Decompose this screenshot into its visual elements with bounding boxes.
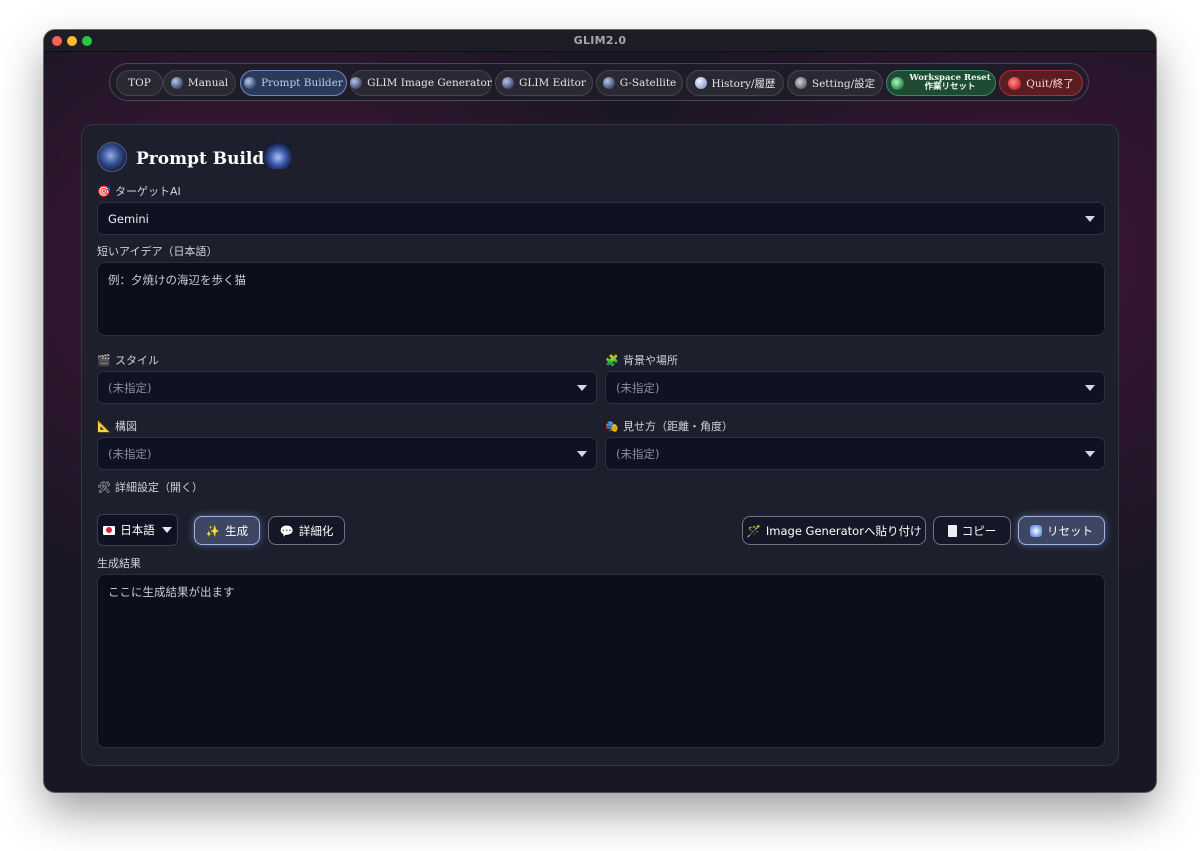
reset-icon	[1030, 524, 1042, 537]
nav-workspace-reset-button[interactable]: Workspace Reset 作業リセット	[886, 70, 996, 96]
view-select[interactable]: (未指定)	[605, 437, 1105, 470]
copy-button[interactable]: コピー	[933, 516, 1011, 545]
nav-prompt-builder-button[interactable]: Prompt Builder	[240, 70, 347, 96]
composition-select[interactable]: (未指定)	[97, 437, 597, 470]
top-navigation: TOP Manual Prompt Builder GLIM Image Gen…	[109, 63, 1089, 101]
style-select[interactable]: (未指定)	[97, 371, 597, 404]
title-bar: GLIM2.0	[44, 30, 1156, 52]
style-label-row: 🎬 スタイル	[97, 352, 159, 368]
nav-top-label: TOP	[128, 77, 151, 89]
image-generator-icon	[350, 77, 363, 89]
result-label: 生成結果	[97, 557, 141, 570]
gear-icon	[794, 77, 807, 89]
satellite-icon	[602, 77, 615, 89]
page-title: Prompt Builder	[136, 149, 285, 169]
style-value: (未指定)	[108, 380, 152, 395]
idea-input[interactable]: 例：夕焼けの海辺を歩く猫	[97, 262, 1105, 336]
style-label: スタイル	[115, 354, 159, 367]
chevron-down-icon	[577, 451, 587, 457]
view-label: 見せ方（距離・角度）	[623, 420, 733, 433]
target-ai-label: ターゲットAI	[115, 185, 181, 198]
background-label-row: 🧩 背景や場所	[605, 352, 678, 368]
result-output[interactable]: ここに生成結果が出ます	[97, 574, 1105, 748]
nav-image-generator-button[interactable]: GLIM Image Generator	[350, 70, 492, 96]
nav-quit-label: Quit/終了	[1026, 77, 1074, 90]
target-ai-label-row: 🎯 ターゲットAI	[97, 183, 181, 199]
workspace-reset-icon	[891, 76, 905, 90]
target-ai-select[interactable]: Gemini	[97, 202, 1105, 235]
background-select[interactable]: (未指定)	[605, 371, 1105, 404]
paste-label: Image Generatorへ貼り付け	[765, 523, 922, 538]
nav-history-button[interactable]: History/履歴	[686, 70, 784, 96]
nav-editor-label: GLIM Editor	[519, 77, 586, 89]
idea-label-row: 短いアイデア（日本語）	[97, 243, 217, 259]
manual-icon	[170, 77, 183, 89]
robot-icon	[264, 143, 292, 169]
nav-prompt-builder-label: Prompt Builder	[261, 77, 343, 89]
reset-label: リセット	[1047, 523, 1093, 538]
nav-satellite-button[interactable]: G-Satellite	[596, 70, 683, 96]
prompt-builder-logo-icon	[97, 142, 127, 172]
idea-label: 短いアイデア（日本語）	[97, 245, 218, 258]
chevron-down-icon	[161, 527, 172, 533]
nav-satellite-label: G-Satellite	[619, 77, 677, 89]
copy-label: コピー	[961, 523, 997, 538]
prompt-builder-panel: Prompt Builder 🎯 ターゲットAI Gemini 短いアイデア（日…	[81, 124, 1119, 766]
clapper-icon: 🎬	[97, 353, 111, 367]
chevron-down-icon	[1085, 385, 1095, 391]
nav-quit-button[interactable]: Quit/終了	[999, 70, 1083, 96]
document-icon	[947, 524, 957, 537]
background-value: (未指定)	[616, 380, 660, 395]
quit-icon	[1008, 76, 1022, 90]
workspace-reset-text: Workspace Reset 作業リセット	[909, 74, 990, 92]
app-window: GLIM2.0 TOP Manual Prompt Builder GLIM I…	[44, 30, 1156, 792]
target-icon: 🎯	[97, 184, 111, 198]
paste-to-image-generator-button[interactable]: 🪄 Image Generatorへ貼り付け	[742, 516, 926, 545]
nav-top-button[interactable]: TOP	[116, 70, 163, 96]
composition-value: (未指定)	[108, 446, 152, 461]
language-select[interactable]: 日本語	[97, 514, 178, 546]
result-label-row: 生成結果	[97, 555, 141, 571]
window-title: GLIM2.0	[573, 34, 627, 47]
reset-button[interactable]: リセット	[1018, 516, 1105, 545]
nav-manual-label: Manual	[187, 77, 229, 89]
background-label: 背景や場所	[623, 354, 678, 367]
chevron-down-icon	[1085, 451, 1095, 457]
japan-flag-icon	[103, 525, 116, 535]
sparkles-icon: ✨	[205, 523, 221, 538]
idea-placeholder: 例：夕焼けの海辺を歩く猫	[108, 273, 246, 287]
result-placeholder: ここに生成結果が出ます	[108, 585, 235, 599]
view-label-row: 🎭 見せ方（距離・角度）	[605, 418, 733, 434]
puzzle-icon: 🧩	[605, 353, 619, 367]
triangle-ruler-icon: 📐	[97, 419, 111, 433]
detail-label: 詳細化	[298, 523, 334, 538]
nav-manual-button[interactable]: Manual	[163, 70, 236, 96]
generate-button[interactable]: ✨ 生成	[194, 516, 260, 545]
speech-bubble-icon: 💬	[279, 523, 294, 538]
prompt-builder-icon	[244, 77, 257, 89]
nav-editor-button[interactable]: GLIM Editor	[495, 70, 593, 96]
chevron-down-icon	[1085, 216, 1095, 222]
nav-setting-label: Setting/設定	[811, 77, 876, 90]
workspace-reset-label-ja: 作業リセット	[924, 82, 976, 92]
masks-icon: 🎭	[605, 419, 619, 433]
composition-label-row: 📐 構図	[97, 418, 137, 434]
history-icon	[694, 77, 707, 89]
view-value: (未指定)	[616, 446, 660, 461]
details-toggle[interactable]: 🛠 詳細設定（開く）	[97, 479, 203, 495]
language-value: 日本語	[120, 523, 155, 537]
details-label: 詳細設定（開く）	[115, 481, 203, 494]
nav-setting-button[interactable]: Setting/設定	[787, 70, 883, 96]
composition-label: 構図	[115, 420, 137, 433]
target-ai-value: Gemini	[108, 211, 149, 226]
tools-icon: 🛠	[97, 480, 111, 494]
magic-wand-icon: 🪄	[746, 523, 761, 538]
nav-history-label: History/履歴	[711, 77, 776, 90]
editor-icon	[502, 77, 515, 89]
nav-image-generator-label: GLIM Image Generator	[367, 77, 492, 89]
generate-label: 生成	[225, 523, 249, 538]
chevron-down-icon	[577, 385, 587, 391]
detail-button[interactable]: 💬 詳細化	[268, 516, 345, 545]
